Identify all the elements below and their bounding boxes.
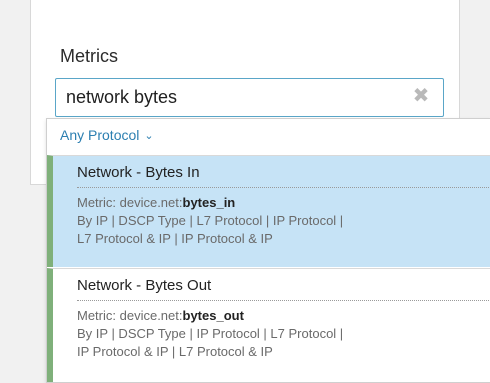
metric-search-input[interactable]	[56, 79, 396, 116]
protocol-filter-dropdown[interactable]: Any Protocol ⌄	[60, 127, 154, 143]
metrics-label: Metrics	[60, 46, 118, 66]
metric-results-dropdown: Any Protocol ⌄ Network - Bytes In Metric:…	[46, 118, 490, 383]
result-groups-line-1: By IP | DSCP Type | L7 Protocol | IP Pro…	[77, 213, 344, 228]
metric-prefix: Metric: device.net:	[77, 308, 183, 323]
result-item-bytes-in[interactable]: Network - Bytes In Metric: device.net:by…	[47, 155, 490, 267]
metric-name: bytes_in	[182, 195, 236, 210]
result-groups-line-2: IP Protocol & IP | L7 Protocol & IP	[77, 344, 273, 359]
result-metric: Metric: device.net:bytes_in	[77, 194, 490, 212]
metric-search-box[interactable]: ✖	[55, 78, 444, 117]
result-groups-line-1: By IP | DSCP Type | IP Protocol | L7 Pro…	[77, 326, 344, 341]
result-item-bytes-out[interactable]: Network - Bytes Out Metric: device.net:b…	[47, 268, 490, 382]
result-metric: Metric: device.net:bytes_out	[77, 307, 490, 325]
metric-prefix: Metric: device.net:	[77, 195, 183, 210]
result-title: Network - Bytes In	[77, 164, 490, 188]
protocol-filter-label: Any Protocol	[60, 127, 140, 143]
metric-name: bytes_out	[182, 308, 244, 323]
chevron-down-icon: ⌄	[144, 130, 154, 142]
clear-icon[interactable]: ✖	[411, 86, 431, 106]
result-title: Network - Bytes Out	[77, 277, 490, 301]
result-groups-line-2: L7 Protocol & IP | IP Protocol & IP	[77, 231, 273, 246]
